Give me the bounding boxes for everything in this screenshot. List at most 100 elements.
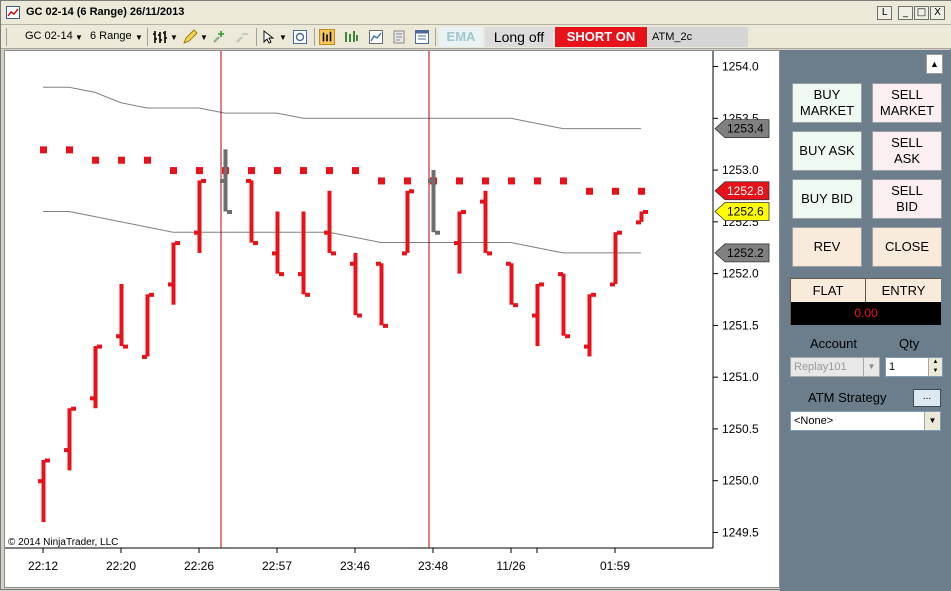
price-bar-open <box>90 396 95 401</box>
signal-dot <box>482 177 489 185</box>
price-bar-close <box>331 251 336 256</box>
signal-dot <box>560 177 567 185</box>
close-button[interactable]: X <box>930 6 945 20</box>
price-bar-close <box>487 251 492 256</box>
chart-window: GC 02-14 (6 Range) 26/11/2013 L _ □ X GC… <box>0 0 951 591</box>
chart-panel[interactable]: 1254.0 1253.5 1253.0 1252.5 1252.0 1251.5 1251… <box>4 50 780 588</box>
period-select[interactable]: 6 Range <box>90 30 132 42</box>
price-bar-open <box>168 282 173 287</box>
bar-style-icon[interactable] <box>152 29 168 45</box>
copyright-text: © 2014 NinjaTrader, LLC <box>8 537 118 548</box>
price-chart[interactable]: 1254.01253.51253.01252.51252.01251.51251… <box>5 51 781 589</box>
y-tick-label: 1254.0 <box>722 60 759 74</box>
chevron-down-icon[interactable]: ▼ <box>924 412 940 430</box>
price-bar <box>67 408 72 471</box>
properties-icon[interactable] <box>391 29 407 45</box>
chevron-down-icon[interactable]: ▼ <box>863 358 879 376</box>
price-bar-open <box>428 178 433 183</box>
account-select[interactable]: Replay101 ▼ <box>790 357 880 377</box>
pencil-icon[interactable] <box>182 29 198 45</box>
atm-strategy-label: ATM Strategy <box>808 390 887 405</box>
signal-dot <box>118 156 125 164</box>
maximize-button[interactable]: □ <box>914 6 929 20</box>
ema-button[interactable]: EMA <box>439 27 483 47</box>
price-marker-label: 1252.2 <box>727 246 764 260</box>
buy-bid-button[interactable]: BUY BID <box>792 179 862 219</box>
zoom-in-icon[interactable] <box>211 29 227 45</box>
chevron-down-icon[interactable]: ▼ <box>200 33 208 42</box>
price-bar-open <box>64 448 69 453</box>
instrument-select[interactable]: GC 02-14 <box>25 30 73 42</box>
y-tick-label: 1251.0 <box>722 370 759 384</box>
price-bar-close <box>97 344 102 349</box>
toolbar-separator <box>256 28 257 46</box>
price-bar-open <box>298 272 303 277</box>
signal-dot <box>586 187 593 195</box>
sell-ask-button[interactable]: SELL ASK <box>872 131 942 171</box>
buy-market-button[interactable]: BUY MARKET <box>792 83 862 123</box>
close-position-button[interactable]: CLOSE <box>872 227 942 267</box>
atm-strategy-button[interactable]: ... <box>913 389 941 407</box>
lower-channel-line <box>43 210 641 254</box>
price-bar-open <box>454 241 459 246</box>
sell-market-button[interactable]: SELL MARKET <box>872 83 942 123</box>
panels-icon[interactable] <box>414 29 430 45</box>
lock-button[interactable]: L <box>877 6 892 20</box>
price-bar-open <box>532 313 537 318</box>
y-tick-label: 1250.5 <box>722 422 759 436</box>
atm-template-field[interactable]: ATM_2c <box>648 27 748 47</box>
data-box-icon[interactable] <box>292 29 308 45</box>
signal-dot <box>612 187 619 195</box>
price-bar-open <box>194 230 199 235</box>
panel-scroll-up-button[interactable]: ▲ <box>926 54 943 74</box>
price-bar-close <box>253 241 258 246</box>
quantity-stepper[interactable]: 1 ▲ ▼ <box>885 357 943 377</box>
x-tick-label: 22:12 <box>28 559 58 573</box>
x-tick-label: 11/26 <box>496 559 525 573</box>
signal-dot <box>196 167 203 175</box>
strategies-icon[interactable] <box>319 29 335 45</box>
minimize-button[interactable]: _ <box>898 6 913 20</box>
price-bar <box>197 180 202 253</box>
price-bar-close <box>123 344 128 349</box>
x-tick-label: 23:48 <box>418 559 448 573</box>
reverse-button[interactable]: REV <box>792 227 862 267</box>
indicators-icon[interactable] <box>343 29 359 45</box>
price-marker-label: 1252.8 <box>727 184 764 198</box>
short-toggle-button[interactable]: SHORT ON <box>555 27 647 47</box>
zoom-out-icon[interactable] <box>234 29 250 45</box>
chevron-down-icon[interactable]: ▼ <box>135 33 143 42</box>
price-marker-label: 1252.6 <box>727 204 764 218</box>
price-bar-open <box>584 344 589 349</box>
price-bar-close <box>175 241 180 246</box>
window-title: GC 02-14 (6 Range) 26/11/2013 <box>26 6 185 18</box>
price-bar-open <box>116 334 121 339</box>
position-display: FLAT ENTRY 0.00 <box>790 278 941 325</box>
qty-label: Qty <box>899 336 920 351</box>
buy-ask-button[interactable]: BUY ASK <box>792 131 862 171</box>
signal-dot <box>170 167 177 175</box>
price-bar-close <box>71 406 76 411</box>
price-bar-close <box>279 272 284 277</box>
line-chart-icon[interactable] <box>368 29 384 45</box>
account-label: Account <box>810 336 857 351</box>
atm-strategy-select[interactable]: <None> ▼ <box>790 411 941 431</box>
chevron-down-icon[interactable]: ▼ <box>170 33 178 42</box>
price-bar-open <box>480 199 485 204</box>
cursor-icon[interactable] <box>261 29 277 45</box>
entry-label: ENTRY <box>866 279 941 302</box>
price-bar-open <box>402 251 407 256</box>
sell-bid-button[interactable]: SELL BID <box>872 179 942 219</box>
pnl-value: 0.00 <box>791 302 941 325</box>
long-toggle-button[interactable]: Long off <box>485 27 553 47</box>
price-bar-close <box>227 209 232 214</box>
account-value: Replay101 <box>794 361 847 373</box>
chevron-down-icon[interactable]: ▼ <box>75 33 83 42</box>
spinner-icon[interactable]: ▲ ▼ <box>928 358 942 376</box>
atm-strategy-value: <None> <box>794 415 834 427</box>
upper-channel-line <box>43 86 641 130</box>
signal-dot <box>144 156 151 164</box>
toolbar-separator <box>147 28 148 46</box>
price-bar-open <box>558 272 563 277</box>
chevron-down-icon[interactable]: ▼ <box>279 33 287 42</box>
